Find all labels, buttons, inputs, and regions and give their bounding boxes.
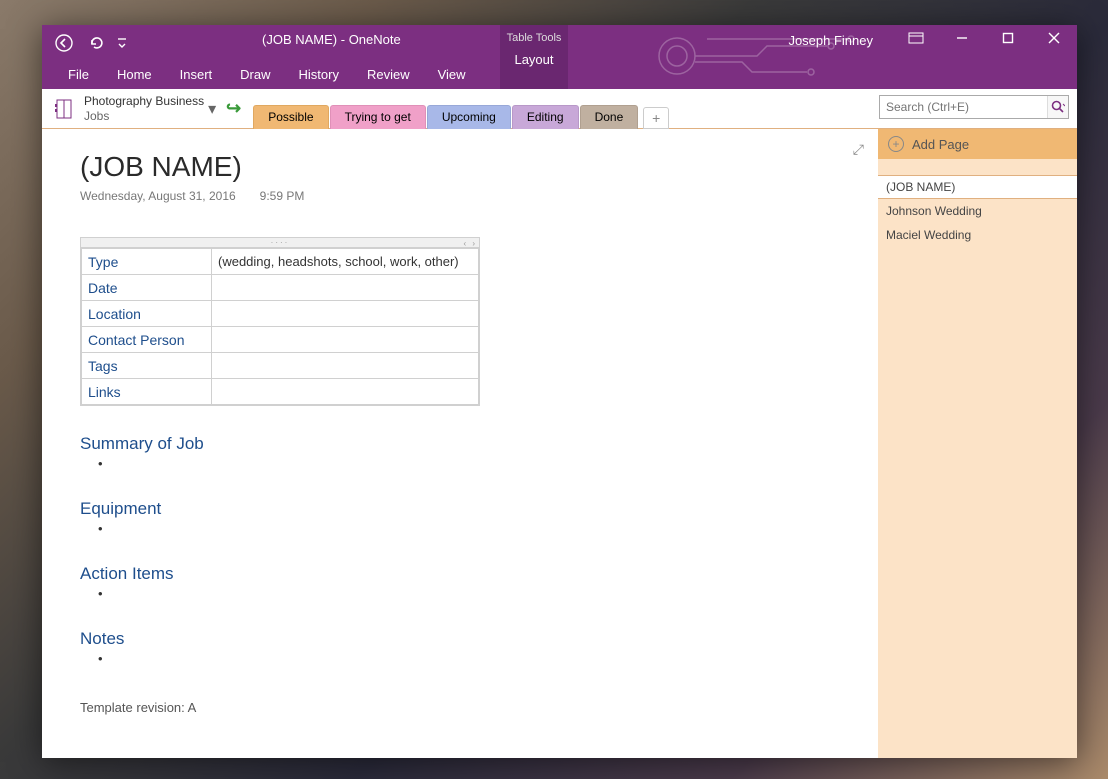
- table-row: Links: [82, 379, 479, 405]
- section-action-items[interactable]: Action Items •: [80, 564, 850, 601]
- table-row: Date: [82, 275, 479, 301]
- search-input[interactable]: [880, 100, 1047, 114]
- section-tabs: Possible Trying to get Upcoming Editing …: [253, 89, 669, 129]
- section-bar: Photography Business Jobs ▾ ↩ Possible T…: [42, 89, 1077, 129]
- notebook-icon[interactable]: [50, 95, 78, 123]
- section-summary[interactable]: Summary of Job •: [80, 434, 850, 471]
- ribbon-tabs: File Home Insert Draw History Review Vie…: [42, 59, 480, 89]
- section-notes[interactable]: Notes •: [80, 629, 850, 666]
- window-title: (JOB NAME) - OneNote: [262, 32, 401, 47]
- section-group-name: Jobs: [84, 109, 204, 124]
- notebook-dropdown-icon[interactable]: ▾: [208, 99, 216, 119]
- table-tools-label: Table Tools: [500, 25, 568, 44]
- minimize-button[interactable]: [939, 25, 985, 51]
- table-row: Contact Person: [82, 327, 479, 353]
- tab-layout[interactable]: Layout: [500, 47, 568, 72]
- section-equipment[interactable]: Equipment •: [80, 499, 850, 536]
- tab-review[interactable]: Review: [353, 62, 424, 87]
- page-list-pane: + Add Page (JOB NAME) Johnson Wedding Ma…: [878, 129, 1077, 758]
- tab-insert[interactable]: Insert: [166, 62, 227, 87]
- maximize-button[interactable]: [985, 25, 1031, 51]
- page-item[interactable]: (JOB NAME): [878, 175, 1077, 199]
- tab-draw[interactable]: Draw: [226, 62, 284, 87]
- titlebar: (JOB NAME) - OneNote Table Tools Layout …: [42, 25, 1077, 89]
- qat-customize[interactable]: [114, 29, 130, 57]
- fullscreen-icon[interactable]: ⤢: [853, 141, 864, 158]
- tab-view[interactable]: View: [424, 62, 480, 87]
- page-item[interactable]: Johnson Wedding: [878, 199, 1077, 223]
- notebook-name: Photography Business: [84, 94, 204, 109]
- plus-icon: +: [888, 136, 904, 152]
- section-tab-done[interactable]: Done: [580, 105, 639, 129]
- table-handle[interactable]: ····‹ ›: [81, 238, 479, 248]
- table-row: Type(wedding, headshots, school, work, o…: [82, 249, 479, 275]
- section-tab-possible[interactable]: Possible: [253, 105, 328, 129]
- add-section-button[interactable]: +: [643, 107, 669, 129]
- back-button[interactable]: [50, 29, 78, 57]
- job-table[interactable]: ····‹ › Type(wedding, headshots, school,…: [80, 237, 480, 406]
- sync-icon[interactable]: ↩: [226, 98, 241, 119]
- table-tools-context: Table Tools Layout: [500, 25, 568, 89]
- tab-history[interactable]: History: [285, 62, 353, 87]
- ribbon-display-button[interactable]: [893, 25, 939, 51]
- close-button[interactable]: [1031, 25, 1077, 51]
- page-canvas[interactable]: ⤢ (JOB NAME) Wednesday, August 31, 20169…: [42, 129, 878, 758]
- tab-file[interactable]: File: [54, 62, 103, 87]
- section-tab-editing[interactable]: Editing: [512, 105, 579, 129]
- undo-button[interactable]: [82, 29, 110, 57]
- table-row: Tags: [82, 353, 479, 379]
- page-title[interactable]: (JOB NAME): [80, 151, 850, 183]
- section-tab-upcoming[interactable]: Upcoming: [427, 105, 511, 129]
- template-revision: Template revision: A: [80, 700, 850, 715]
- search-box[interactable]: [879, 95, 1069, 119]
- tab-home[interactable]: Home: [103, 62, 166, 87]
- user-name[interactable]: Joseph Finney: [788, 28, 873, 48]
- notebook-selector[interactable]: Photography Business Jobs: [84, 94, 204, 124]
- add-page-button[interactable]: + Add Page: [878, 129, 1077, 159]
- table-row: Location: [82, 301, 479, 327]
- page-timestamp: Wednesday, August 31, 20169:59 PM: [80, 189, 850, 203]
- section-tab-trying[interactable]: Trying to get: [330, 105, 426, 129]
- search-icon[interactable]: [1047, 96, 1068, 118]
- page-item[interactable]: Maciel Wedding: [878, 223, 1077, 247]
